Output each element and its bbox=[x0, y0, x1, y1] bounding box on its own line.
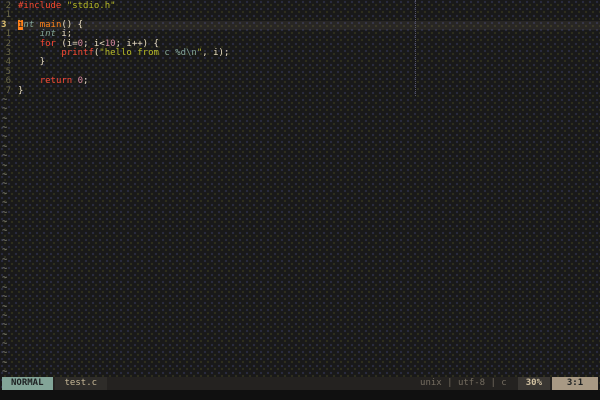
fileinfo-label: unix | utf-8 | c bbox=[420, 378, 507, 388]
code-line[interactable]: 2 #include "stdio.h" bbox=[0, 1, 600, 11]
empty-buffer-line: ~ bbox=[0, 330, 600, 340]
code-text: int main() { bbox=[18, 19, 600, 30]
code-text: } bbox=[18, 57, 600, 68]
statusline-spacer bbox=[107, 377, 414, 390]
empty-buffer-line: ~ bbox=[0, 170, 600, 180]
empty-buffer-line: ~ bbox=[0, 133, 600, 143]
empty-buffer-line: ~ bbox=[0, 104, 600, 114]
empty-buffer-line: ~ bbox=[0, 236, 600, 246]
command-line[interactable] bbox=[0, 390, 600, 400]
syntax-token: ; bbox=[83, 76, 89, 87]
empty-buffer-line: ~ bbox=[0, 273, 600, 283]
code-line[interactable]: 5 bbox=[0, 67, 600, 77]
syntax-token: return bbox=[39, 76, 73, 87]
code-text: #include "stdio.h" bbox=[18, 1, 600, 11]
code-line[interactable]: 6 return 0; bbox=[0, 76, 600, 87]
empty-buffer-line: ~ bbox=[0, 123, 600, 133]
syntax-token: } bbox=[18, 85, 24, 96]
code-text: } bbox=[18, 85, 600, 96]
empty-buffer-line: ~ bbox=[0, 179, 600, 189]
code-line[interactable]: 1 bbox=[0, 10, 600, 20]
empty-buffer-line: ~ bbox=[0, 226, 600, 236]
syntax-token: c %d\n bbox=[164, 47, 197, 58]
cursor-position-label: 3:1 bbox=[552, 377, 598, 390]
syntax-token: } bbox=[18, 57, 46, 68]
filename-label: test.c bbox=[54, 377, 108, 390]
code-text: return 0; bbox=[18, 76, 600, 87]
vim-editor-window: 2 #include "stdio.h" 1 3 int main() {1 int i… bbox=[0, 0, 600, 400]
empty-buffer-line: ~ bbox=[0, 264, 600, 274]
empty-buffer-line: ~ bbox=[0, 189, 600, 199]
empty-buffer-line: ~ bbox=[0, 245, 600, 255]
empty-buffer-line: ~ bbox=[0, 292, 600, 302]
empty-buffer-line: ~ bbox=[0, 95, 600, 105]
syntax-token: #include bbox=[18, 1, 67, 11]
empty-buffer-line: ~ bbox=[0, 283, 600, 293]
empty-buffer-line: ~ bbox=[0, 255, 600, 265]
empty-buffer-line: ~ bbox=[0, 311, 600, 321]
empty-buffer-line: ~ bbox=[0, 320, 600, 330]
empty-buffer-line: ~ bbox=[0, 114, 600, 124]
code-line[interactable]: 7} bbox=[0, 85, 600, 96]
empty-buffer-line: ~ bbox=[0, 217, 600, 227]
mode-indicator: NORMAL bbox=[2, 377, 53, 390]
empty-buffer-line: ~ bbox=[0, 208, 600, 218]
empty-buffer-line: ~ bbox=[0, 161, 600, 171]
code-text: printf("hello from c %d\n", i); bbox=[18, 47, 600, 58]
empty-buffer-line: ~ bbox=[0, 339, 600, 349]
syntax-token: printf bbox=[61, 47, 94, 58]
scroll-percent-label: 30% bbox=[517, 377, 550, 390]
syntax-token: "stdio.h" bbox=[66, 1, 116, 11]
empty-buffer-line: ~ bbox=[0, 198, 600, 208]
syntax-token: , i); bbox=[202, 47, 230, 58]
empty-buffer-line: ~ bbox=[0, 348, 600, 358]
status-bar: NORMAL test.c unix | utf-8 | c 30% 3:1 bbox=[2, 377, 598, 390]
empty-buffer-line: ~ bbox=[0, 142, 600, 152]
empty-buffer-line: ~ bbox=[0, 302, 600, 312]
empty-buffer-line: ~ bbox=[0, 151, 600, 161]
code-line[interactable]: 4 } bbox=[0, 57, 600, 68]
code-line[interactable]: 3 printf("hello from c %d\n", i); bbox=[0, 47, 600, 58]
code-line-current[interactable]: 3 int main() { bbox=[0, 19, 600, 31]
text-buffer[interactable]: 2 #include "stdio.h" 1 3 int main() {1 int i… bbox=[0, 0, 600, 379]
syntax-token: "hello from bbox=[99, 47, 165, 58]
empty-buffer-line: ~ bbox=[0, 358, 600, 368]
color-column-ruler bbox=[415, 0, 416, 96]
